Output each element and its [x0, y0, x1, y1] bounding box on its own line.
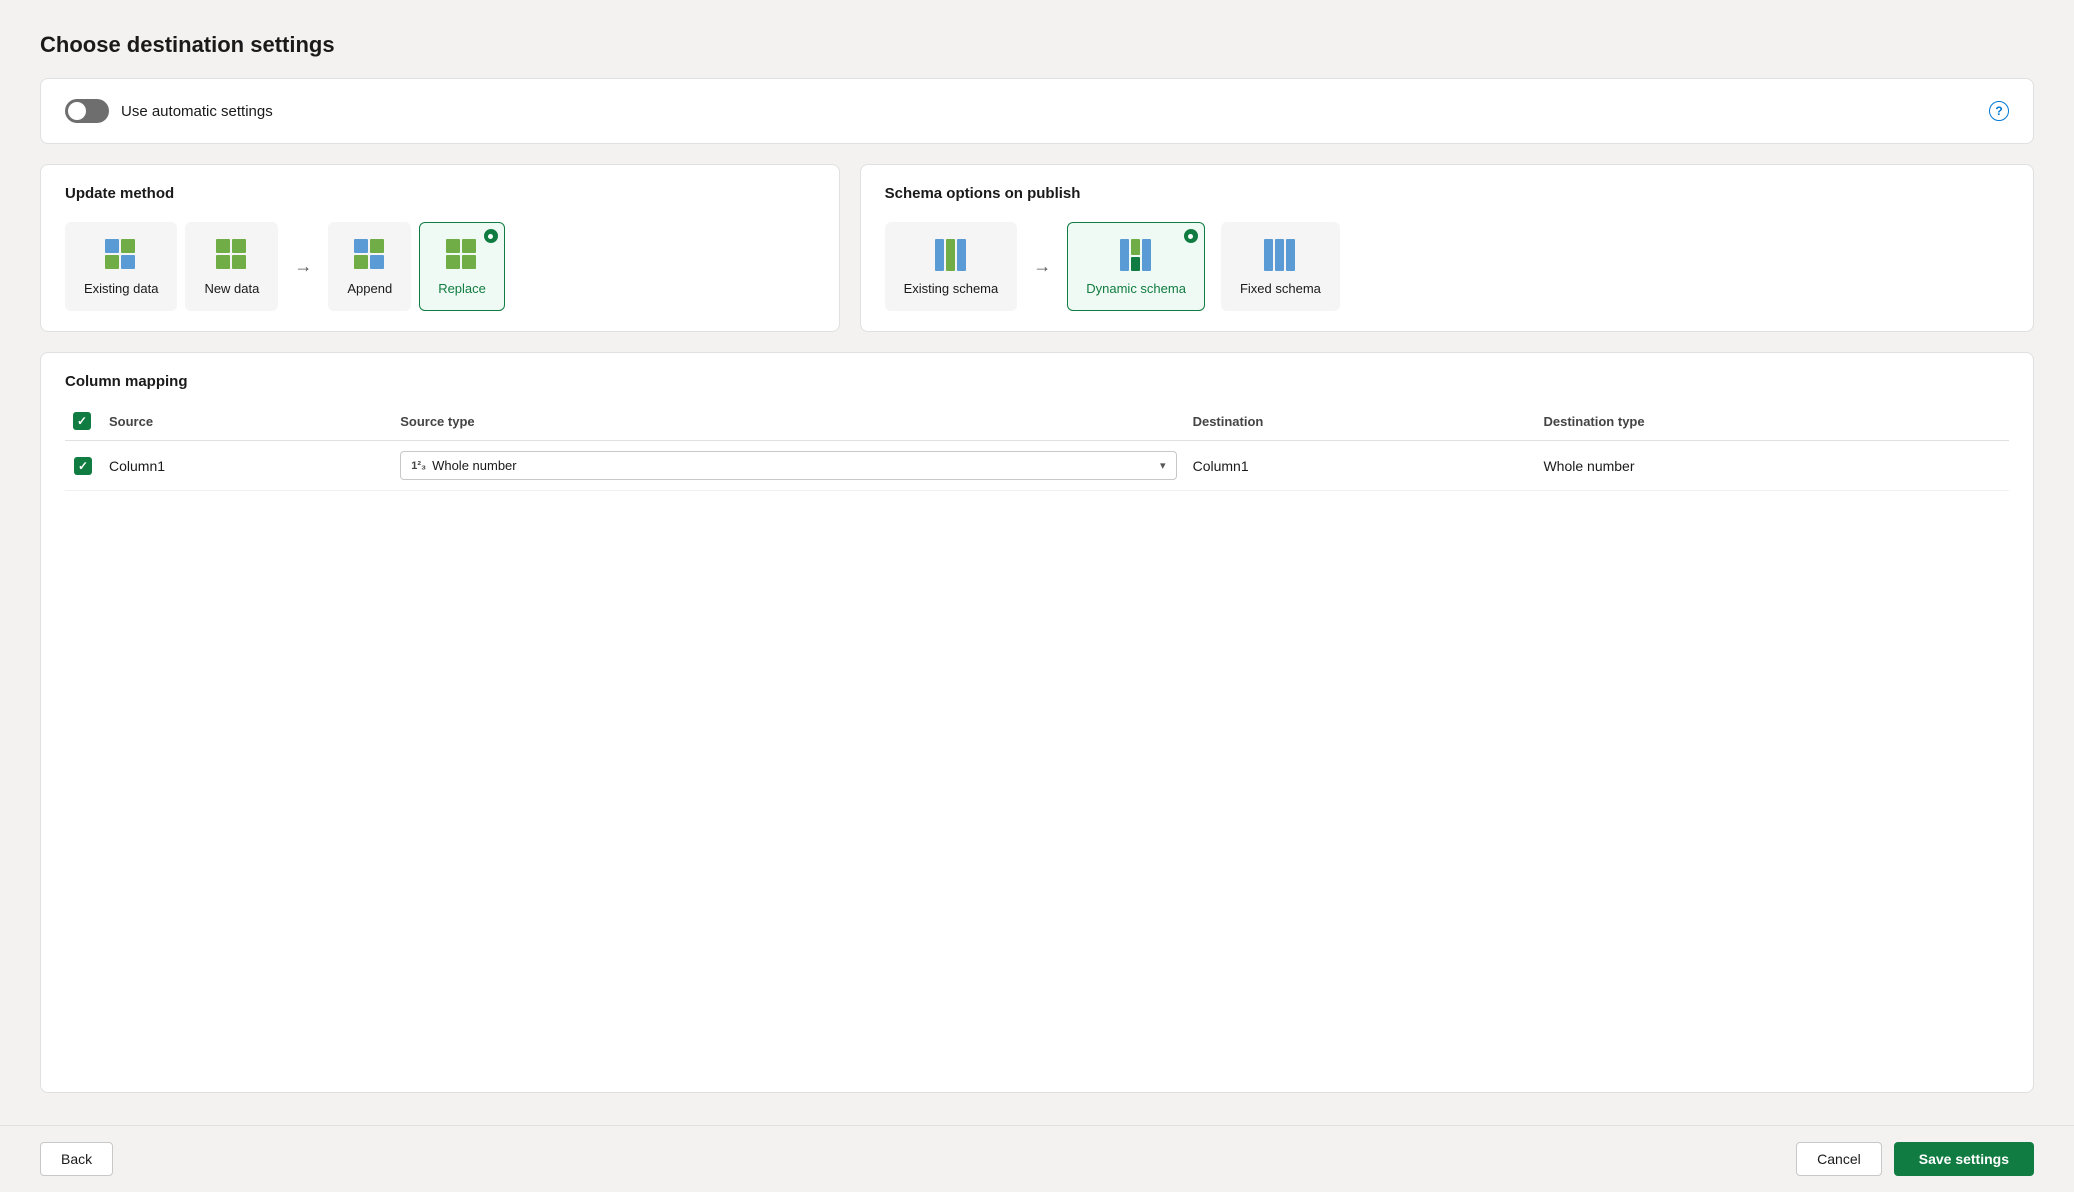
- col-header-source-type: Source type: [392, 406, 1184, 441]
- fixed-schema-label: Fixed schema: [1240, 281, 1321, 296]
- help-icon[interactable]: ?: [1989, 101, 2009, 121]
- schema-options-title: Schema options on publish: [885, 185, 2009, 202]
- source-cell: Column1: [101, 441, 392, 491]
- schema-btn-dynamic[interactable]: Dynamic schema: [1067, 222, 1205, 311]
- schema-arrow: →: [1033, 256, 1051, 277]
- schema-btn-existing[interactable]: Existing schema: [885, 222, 1018, 311]
- replace-radio-dot: [484, 229, 498, 243]
- dropdown-chevron-icon: ▾: [1160, 459, 1166, 472]
- replace-icon: [444, 237, 480, 273]
- fixed-schema-icon: [1262, 237, 1298, 273]
- source-type-dropdown[interactable]: 1²₃ Whole number ▾: [400, 451, 1176, 480]
- row-checkbox-cell: [65, 441, 101, 491]
- update-dest-group: Append Replace: [328, 222, 505, 311]
- new-data-label: New data: [204, 281, 259, 296]
- new-data-icon: [214, 237, 250, 273]
- col-header-checkbox: [65, 406, 101, 441]
- column-mapping-title: Column mapping: [65, 373, 2009, 390]
- cancel-button[interactable]: Cancel: [1796, 1142, 1882, 1176]
- column-mapping-card: Column mapping Source Source type Destin…: [40, 352, 2034, 1093]
- update-method-options: Existing data New data →: [65, 222, 815, 311]
- back-button[interactable]: Back: [40, 1142, 113, 1176]
- save-settings-button[interactable]: Save settings: [1894, 1142, 2034, 1176]
- footer-right-actions: Cancel Save settings: [1796, 1142, 2034, 1176]
- page-title: Choose destination settings: [40, 32, 2034, 58]
- auto-settings-card: Use automatic settings ?: [40, 78, 2034, 144]
- source-type-label: Whole number: [432, 458, 517, 473]
- schema-options-panel: Schema options on publish Existing schem…: [860, 164, 2034, 332]
- replace-label: Replace: [438, 281, 486, 296]
- column-mapping-table: Source Source type Destination Destinati…: [65, 406, 2009, 491]
- append-icon: [352, 237, 388, 273]
- destination-cell: Column1: [1185, 441, 1536, 491]
- existing-schema-icon: [933, 237, 969, 273]
- header-checkbox[interactable]: [73, 412, 91, 430]
- existing-data-label: Existing data: [84, 281, 158, 296]
- destination-type-cell: Whole number: [1535, 441, 2009, 491]
- append-label: Append: [347, 281, 392, 296]
- options-row: Update method Existing data: [40, 164, 2034, 332]
- method-btn-new[interactable]: New data: [185, 222, 278, 311]
- table-row: Column1 1²₃ Whole number ▾ Column1 Whole…: [65, 441, 2009, 491]
- method-btn-existing[interactable]: Existing data: [65, 222, 177, 311]
- update-method-title: Update method: [65, 185, 815, 202]
- existing-data-icon: [103, 237, 139, 273]
- col-header-source: Source: [101, 406, 392, 441]
- update-source-group: Existing data New data: [65, 222, 278, 311]
- col-header-destination-type: Destination type: [1535, 406, 2009, 441]
- update-method-arrow: →: [294, 256, 312, 277]
- existing-schema-label: Existing schema: [904, 281, 999, 296]
- dynamic-schema-icon: [1118, 237, 1154, 273]
- footer: Back Cancel Save settings: [0, 1125, 2074, 1192]
- auto-settings-toggle[interactable]: [65, 99, 109, 123]
- dynamic-radio-dot: [1184, 229, 1198, 243]
- row-checkbox[interactable]: [74, 457, 92, 475]
- method-btn-replace[interactable]: Replace: [419, 222, 505, 311]
- dynamic-schema-label: Dynamic schema: [1086, 281, 1186, 296]
- schema-btn-fixed[interactable]: Fixed schema: [1221, 222, 1340, 311]
- update-method-panel: Update method Existing data: [40, 164, 840, 332]
- number-type-icon: 1²₃: [411, 460, 426, 472]
- source-type-cell: 1²₃ Whole number ▾: [392, 441, 1184, 491]
- auto-settings-label: Use automatic settings: [121, 103, 273, 120]
- col-header-destination: Destination: [1185, 406, 1536, 441]
- method-btn-append[interactable]: Append: [328, 222, 411, 311]
- schema-options-options: Existing schema → Dynamic schema: [885, 222, 2009, 311]
